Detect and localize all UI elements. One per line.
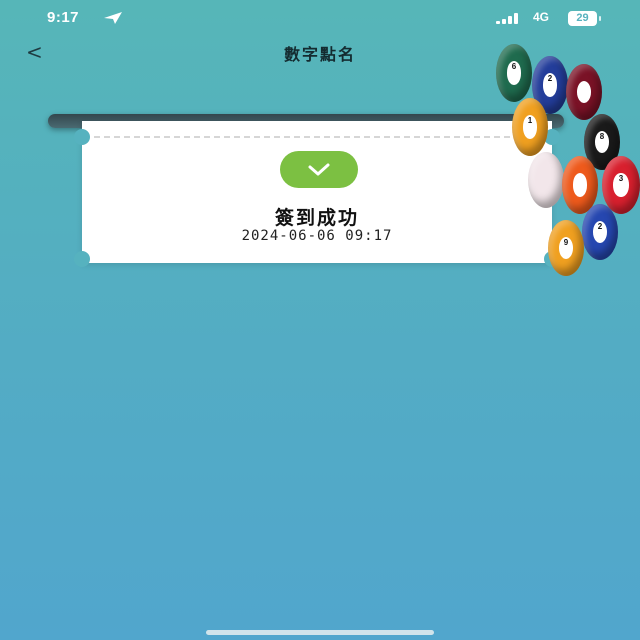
billiard-ball: 9 (548, 220, 584, 276)
billiard-ball (566, 64, 602, 120)
success-badge (280, 151, 358, 188)
network-type: 4G (533, 10, 550, 24)
billiard-ball: 3 (602, 156, 640, 214)
success-message: 簽到成功 (274, 207, 359, 229)
checkin-timestamp: 2024-06-06 09:17 (241, 228, 393, 244)
status-time: 9:17 (47, 9, 80, 26)
battery-icon: 29 (568, 11, 602, 26)
signal-icon (496, 12, 524, 24)
location-arrow-icon (104, 12, 122, 24)
billiard-ball: 2 (582, 204, 618, 260)
success-card: 簽到成功 2024-06-06 09:17 (74, 121, 560, 267)
battery-level: 29 (568, 11, 597, 26)
check-icon (308, 163, 330, 176)
card-dashed-divider (94, 136, 540, 138)
billiard-ball: 1 (512, 98, 548, 156)
card-notch (74, 129, 90, 145)
status-bar: 9:17 4G 29 (0, 0, 640, 38)
billiard-ball (528, 152, 564, 208)
home-indicator[interactable] (206, 630, 434, 635)
card-notch (74, 251, 90, 267)
billiard-ball: 6 (496, 44, 532, 102)
billiard-balls-decoration: 6 2 1 8 3 2 9 (490, 38, 640, 288)
